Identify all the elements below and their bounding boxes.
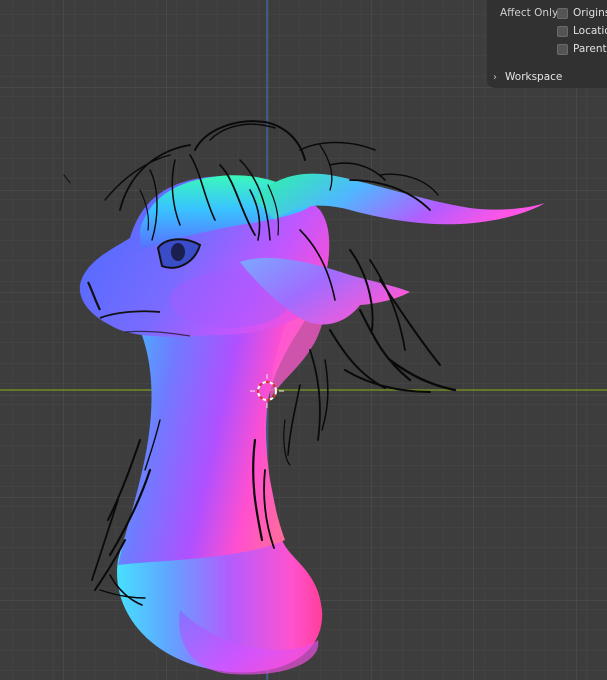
options-panel: Affect Only Origins Locations Parents › … (487, 0, 607, 88)
chevron-right-icon[interactable]: › (493, 72, 503, 83)
locations-checkbox[interactable] (557, 25, 568, 37)
viewport-canvas[interactable] (0, 0, 607, 680)
workspace-section-header[interactable]: › Workspace (493, 70, 562, 84)
3d-viewport[interactable]: Affect Only Origins Locations Parents › … (0, 0, 607, 680)
workspace-label: Workspace (505, 71, 563, 83)
origins-label: Origins (573, 7, 607, 19)
affect-origins-option[interactable]: Origins (557, 6, 607, 20)
affect-only-label: Affect Only (500, 7, 559, 19)
parents-checkbox[interactable] (557, 43, 568, 55)
origins-checkbox[interactable] (557, 7, 568, 19)
parents-label: Parents (573, 43, 607, 55)
affect-parents-option[interactable]: Parents (557, 42, 607, 56)
affect-locations-option[interactable]: Locations (557, 24, 607, 38)
locations-label: Locations (573, 25, 607, 37)
